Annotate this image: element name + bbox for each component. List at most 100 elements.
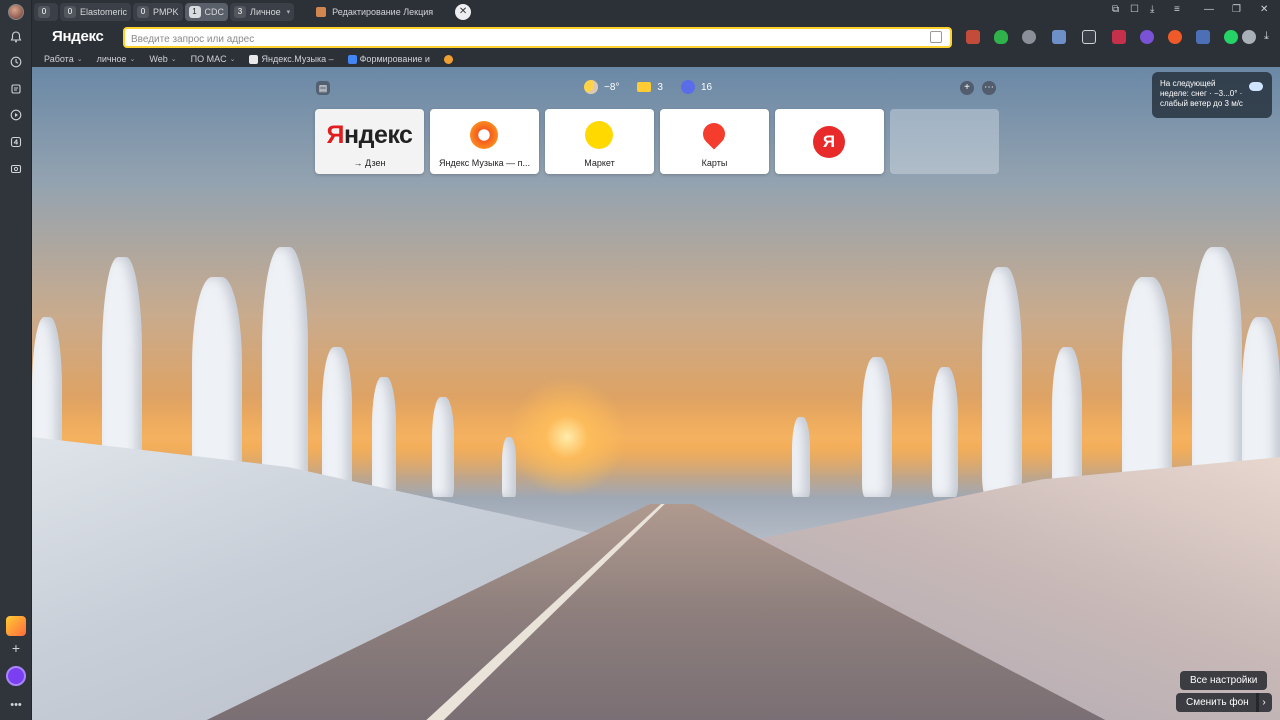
tab-group-cdc[interactable]: 1 CDC xyxy=(184,3,229,21)
badge-4-icon[interactable] xyxy=(8,136,24,152)
address-bar[interactable] xyxy=(123,27,952,48)
tab-favicon-icon xyxy=(316,7,327,17)
next-background-button[interactable]: › xyxy=(1256,693,1272,712)
add-panel-icon[interactable]: + xyxy=(8,640,24,656)
tab-manager-icon[interactable]: ⧉ xyxy=(1112,4,1119,15)
tab-group-elastomeric[interactable]: 0 Elastomeric xyxy=(60,3,132,21)
bookmark-label: ПО MAC xyxy=(190,54,227,64)
change-background-button[interactable]: Сменить фон xyxy=(1176,693,1259,712)
tab-edit-lecture[interactable]: Редактирование Лекция xyxy=(316,7,433,17)
tab-title-label: Редактирование Лекция xyxy=(332,7,434,17)
bookmark-folder-web[interactable]: Web ⌄ xyxy=(149,54,176,64)
collections-icon[interactable] xyxy=(8,83,24,99)
alice-assistant-icon[interactable] xyxy=(6,666,26,686)
close-window-icon[interactable]: ✕ xyxy=(1260,4,1268,15)
messenger-icon xyxy=(680,80,695,94)
bookmark-yandex-music[interactable]: Яндекс.Музыка – xyxy=(249,54,334,64)
bookmark-folder-mac[interactable]: ПО MAC ⌄ xyxy=(191,54,236,64)
adblock-icon[interactable] xyxy=(1052,30,1066,44)
moon-cloud-icon xyxy=(584,80,598,94)
bookmark-label: Работа xyxy=(44,54,74,64)
tab-group-count: 1 xyxy=(188,6,201,18)
music-extension-icon[interactable] xyxy=(1168,30,1182,44)
tab-group-count: 3 xyxy=(234,6,247,18)
bookmark-label: Web xyxy=(149,54,168,64)
all-settings-button[interactable]: Все настройки xyxy=(1180,671,1268,690)
vpn-icon[interactable] xyxy=(1022,30,1036,44)
camera-search-icon[interactable] xyxy=(930,31,942,43)
downloads-icon[interactable]: ⤓ xyxy=(1264,30,1278,44)
bell-icon[interactable] xyxy=(8,31,24,47)
tile-yandex-music[interactable]: Яндекс Музыка — п... xyxy=(430,109,539,174)
screenshot-icon[interactable] xyxy=(8,163,24,179)
tab-group-label: PMPK xyxy=(153,7,179,17)
whatsapp-icon[interactable] xyxy=(1224,30,1238,44)
flag-extension-icon[interactable] xyxy=(1112,30,1126,44)
mail-count: 3 xyxy=(657,81,663,93)
tile-market[interactable]: Маркет xyxy=(545,109,654,174)
play-icon[interactable] xyxy=(8,109,24,125)
weather-widget[interactable]: −8° xyxy=(584,80,619,94)
tab-group-label: Личное xyxy=(250,7,281,17)
tile-maps[interactable]: Карты xyxy=(660,109,769,174)
sidebar-toggle-button[interactable]: ▤ xyxy=(316,81,330,95)
bookmark-icon[interactable]: ☐ xyxy=(1130,4,1139,15)
mail-widget[interactable]: 3 xyxy=(637,82,663,93)
profile-avatar[interactable] xyxy=(8,4,24,20)
messenger-count: 16 xyxy=(700,81,713,93)
extensions-more-icon[interactable] xyxy=(1242,30,1256,44)
bookmark-folder-work[interactable]: Работа ⌄ xyxy=(44,54,83,64)
forecast-line: слабый ветер до 3 м/с xyxy=(1160,99,1243,108)
tile-empty-slot[interactable] xyxy=(890,109,999,174)
tile-label: Карты xyxy=(701,158,728,168)
yandex-logo[interactable]: Яндекс xyxy=(52,28,104,45)
restore-icon[interactable]: ❐ xyxy=(1232,4,1241,15)
weather-temp: −8° xyxy=(604,81,620,93)
speed-dial-tiles: Яндекс → Дзен Яндекс Музыка — п... Марке… xyxy=(315,109,999,174)
tab-group-personal[interactable]: 3 Личное ▾ xyxy=(230,3,295,21)
tab-group-pmpk[interactable]: 0 PMPK xyxy=(133,3,183,21)
history-icon[interactable] xyxy=(8,56,24,72)
music-logo-icon xyxy=(470,121,498,149)
chevron-down-icon: ⌄ xyxy=(229,56,236,63)
map-pin-icon xyxy=(698,118,730,150)
tile-yandex[interactable]: Яндекс → Дзен xyxy=(315,109,424,174)
brackets-extension-icon[interactable] xyxy=(1140,30,1154,44)
more-icon[interactable]: ••• xyxy=(8,697,24,713)
bookmark-label: Формирование и xyxy=(359,54,430,64)
chevron-down-icon[interactable]: ▾ xyxy=(287,8,291,16)
chevron-down-icon: ⌄ xyxy=(129,56,136,63)
bookmark-forming[interactable]: Формирование и xyxy=(347,54,430,64)
minimize-to-panel-icon[interactable]: ⤓ xyxy=(1150,4,1154,15)
chevron-down-icon: ⌄ xyxy=(170,56,177,63)
minimize-icon[interactable]: — xyxy=(1204,4,1214,15)
bookmark-extra[interactable] xyxy=(443,54,456,64)
weather-forecast-hint[interactable]: На следующей неделе: снег · −3...0° · сл… xyxy=(1152,72,1272,118)
tab-group-count: 0 xyxy=(137,6,150,18)
tab-group-label: Elastomeric xyxy=(80,7,128,17)
tile-label: Маркет xyxy=(584,158,615,168)
close-tab-button[interactable]: ✕ xyxy=(455,4,472,20)
menu-icon[interactable]: ≡ xyxy=(1174,4,1180,15)
top-widgets: −8° 3 16 xyxy=(584,80,730,94)
tab-group-1[interactable]: 0 xyxy=(34,3,58,21)
more-options-button[interactable]: ⋯ xyxy=(982,81,996,95)
document-icon xyxy=(347,54,357,64)
protect-shield-icon[interactable] xyxy=(994,30,1008,44)
yandex-wordmark: Яндекс xyxy=(315,121,424,150)
add-tile-button[interactable]: + xyxy=(960,81,974,95)
market-logo-icon xyxy=(585,121,613,149)
extension-puzzle-icon[interactable] xyxy=(966,30,980,44)
tile-yandex-app[interactable]: Я xyxy=(775,109,884,174)
translate-icon[interactable] xyxy=(1196,30,1210,44)
bookmark-folder-personal[interactable]: личное ⌄ xyxy=(97,54,136,64)
music-icon xyxy=(249,54,259,64)
bookmark-label: Яндекс.Музыка – xyxy=(261,54,334,64)
search-input[interactable] xyxy=(125,31,905,48)
chevron-down-icon: ⌄ xyxy=(76,56,83,63)
messenger-widget[interactable]: 16 xyxy=(680,80,713,94)
vr-icon[interactable] xyxy=(1082,30,1096,44)
tile-label: Яндекс Музыка — п... xyxy=(439,158,530,168)
forecast-line: неделе: снег · −3...0° · xyxy=(1160,89,1243,98)
mail-app-icon[interactable] xyxy=(6,616,26,636)
